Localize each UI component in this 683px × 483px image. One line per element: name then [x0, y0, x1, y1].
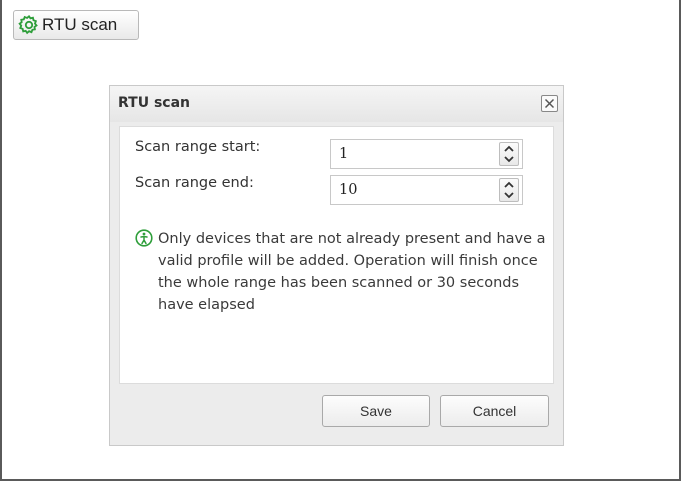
scan-range-start-spinner[interactable] — [499, 142, 519, 166]
rtu-scan-button-label: RTU scan — [42, 15, 118, 34]
chevron-up-icon — [504, 145, 514, 152]
save-button[interactable]: Save — [322, 395, 430, 427]
dialog-body: Scan range start: 1 Scan range end: 10 O… — [119, 126, 554, 384]
close-button[interactable] — [541, 95, 558, 112]
chevron-up-icon — [504, 181, 514, 188]
scan-range-end-value: 10 — [339, 182, 358, 198]
scan-range-end-spinner[interactable] — [499, 178, 519, 202]
info-icon — [135, 229, 153, 247]
dialog-titlebar: RTU scan — [110, 86, 563, 122]
info-text: Only devices that are not already presen… — [158, 231, 546, 313]
cancel-button[interactable]: Cancel — [440, 395, 549, 427]
chevron-down-icon — [504, 192, 514, 199]
scan-range-end-input[interactable]: 10 — [330, 175, 523, 205]
chevron-down-icon — [504, 156, 514, 163]
scan-range-start-label: Scan range start: — [135, 139, 261, 155]
scan-range-start-value: 1 — [339, 146, 349, 162]
close-icon — [544, 98, 555, 109]
scan-range-end-label: Scan range end: — [135, 175, 254, 191]
dialog-title: RTU scan — [118, 95, 190, 111]
rtu-scan-button[interactable]: RTU scan — [13, 10, 139, 40]
scan-range-start-input[interactable]: 1 — [330, 139, 523, 169]
rtu-scan-dialog: RTU scan Scan range start: 1 Scan range … — [109, 85, 564, 446]
gear-icon — [18, 14, 38, 35]
